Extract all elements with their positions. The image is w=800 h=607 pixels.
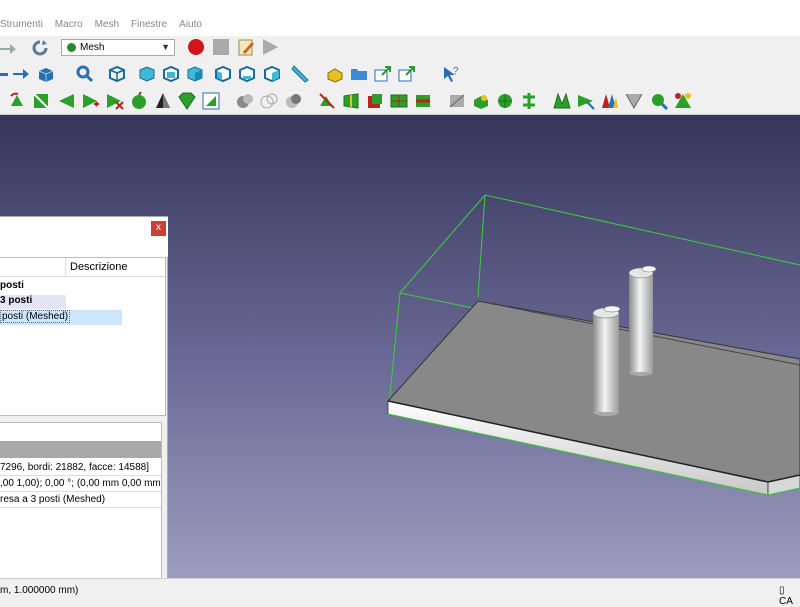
boolean-union-icon[interactable] — [236, 92, 254, 110]
mesh-sphere-icon[interactable] — [496, 92, 514, 110]
mesh-segment-icon[interactable] — [366, 92, 384, 110]
zoom-icon[interactable] — [76, 65, 94, 83]
property-view: 7296, bordi: 21882, facce: 14588] ,00 1,… — [0, 422, 162, 582]
measure-ruler-icon[interactable] — [291, 65, 309, 83]
mesh-cut-icon[interactable] — [318, 92, 336, 110]
macro-edit-icon[interactable] — [237, 38, 255, 56]
menu-finestre[interactable]: Finestre — [131, 19, 167, 30]
macro-stop-icon[interactable] — [212, 38, 230, 56]
refresh-icon[interactable] — [31, 39, 49, 57]
boolean-difference-icon[interactable] — [284, 92, 302, 110]
tree-item[interactable]: 3 posti — [0, 295, 66, 309]
macro-record-icon[interactable] — [187, 38, 205, 56]
workbench-selector[interactable]: Mesh ▼ — [61, 39, 175, 56]
mesh-workbench-icon — [67, 43, 76, 52]
menu-bar: Strumenti Macro Mesh Finestre Aiuto — [0, 0, 800, 36]
chevron-down-icon: ▼ — [161, 42, 170, 52]
mesh-tool-6-icon[interactable] — [130, 92, 148, 110]
mesh-inspect-icon[interactable] — [650, 92, 668, 110]
view-left-icon[interactable] — [263, 65, 281, 83]
property-row[interactable]: 7296, bordi: 21882, facce: 14588] — [0, 460, 161, 476]
mesh-tool-5-icon[interactable] — [106, 92, 124, 110]
mesh-import-icon[interactable] — [472, 92, 490, 110]
forward-arrow-icon[interactable] — [12, 65, 30, 83]
tree-header: Descrizione — [0, 258, 165, 277]
property-row[interactable]: resa a 3 posti (Meshed) — [0, 492, 161, 508]
mesh-fill-icon[interactable] — [553, 92, 571, 110]
status-bar: m, 1.000000 mm) ▯ CA — [0, 578, 800, 607]
close-icon[interactable]: x — [151, 221, 166, 236]
mesh-repair-icon[interactable] — [674, 92, 692, 110]
menu-mesh[interactable]: Mesh — [95, 19, 119, 30]
svg-text:?: ? — [453, 66, 459, 77]
model-tree: Descrizione posti 3 posti posti (Meshed) — [0, 257, 166, 416]
mesh-vertex-icon[interactable] — [520, 92, 538, 110]
workbench-value: Mesh — [80, 42, 105, 53]
tree-item-label: posti (Meshed) — [0, 310, 71, 323]
part-icon[interactable] — [326, 65, 344, 83]
link-icon[interactable] — [374, 65, 392, 83]
mesh-tool-9-icon[interactable] — [202, 92, 220, 110]
boolean-intersect-icon[interactable] — [260, 92, 278, 110]
view-iso-icon[interactable] — [108, 65, 126, 83]
mesh-tool-1-icon[interactable] — [8, 92, 26, 110]
mesh-tool-4-icon[interactable] — [82, 92, 100, 110]
mesh-tool-7-icon[interactable] — [154, 92, 172, 110]
combo-view-panel: x Descrizione posti 3 posti posti (Meshe… — [0, 216, 168, 582]
menu-macro[interactable]: Macro — [55, 19, 83, 30]
mesh-split-icon[interactable] — [414, 92, 432, 110]
mesh-color-icon[interactable] — [601, 92, 619, 110]
view-right-icon[interactable] — [186, 65, 204, 83]
mesh-select-icon[interactable] — [577, 92, 595, 110]
tree-col-description[interactable]: Descrizione — [65, 258, 127, 276]
view-front-icon[interactable] — [138, 65, 156, 83]
mesh-curvature-icon[interactable] — [448, 92, 466, 110]
view-rear-icon[interactable] — [214, 65, 232, 83]
macro-play-icon[interactable] — [261, 38, 279, 56]
mesh-grid-icon[interactable] — [390, 92, 408, 110]
mesh-tool-8-icon[interactable] — [178, 92, 196, 110]
mesh-tool-3-icon[interactable] — [58, 92, 76, 110]
property-group-header — [0, 441, 161, 458]
navigation-style[interactable]: ▯ CA — [779, 585, 800, 607]
menu-strumenti[interactable]: Strumenti — [0, 19, 43, 30]
mouse-icon: ▯ — [779, 585, 785, 596]
mesh-trim-icon[interactable] — [342, 92, 360, 110]
menu-aiuto[interactable]: Aiuto — [179, 19, 202, 30]
view-bottom-icon[interactable] — [238, 65, 256, 83]
link-actions-icon[interactable] — [398, 65, 416, 83]
whats-this-icon[interactable]: ? — [442, 65, 460, 83]
cylinder-tall — [628, 265, 657, 376]
folder-icon[interactable] — [350, 65, 368, 83]
mesh-tool-2-icon[interactable] — [32, 92, 50, 110]
cylinder-short — [592, 305, 621, 416]
mesh-evaluate-icon[interactable] — [625, 92, 643, 110]
property-row[interactable]: ,00 1,00); 0,00 °; (0,00 mm 0,00 mm — [0, 476, 161, 492]
panel-titlebar: x — [0, 217, 168, 257]
view-top-icon[interactable] — [162, 65, 180, 83]
tree-item[interactable]: posti — [0, 280, 24, 291]
redo-arrow-icon[interactable] — [0, 39, 18, 57]
navigation-style-label: CA — [779, 596, 793, 607]
tree-item-selected[interactable]: posti (Meshed) — [0, 310, 122, 325]
status-dimensions: m, 1.000000 mm) — [0, 585, 79, 596]
view-box-icon[interactable] — [37, 65, 55, 83]
